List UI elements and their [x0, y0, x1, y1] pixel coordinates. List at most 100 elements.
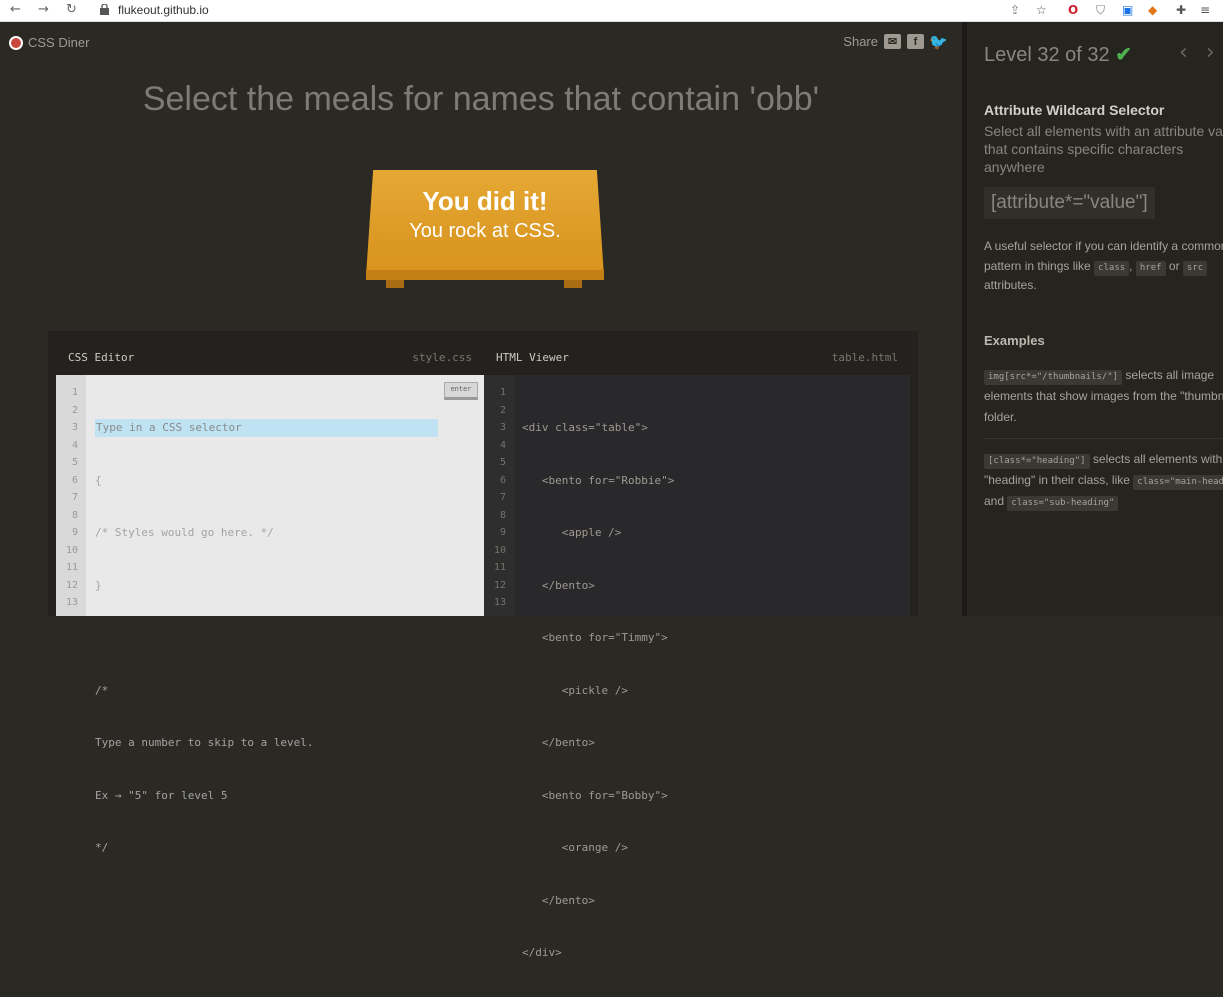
win-message-subtitle: You rock at CSS.: [409, 220, 561, 242]
next-level-icon[interactable]: ›: [1206, 40, 1223, 65]
line-number: 7: [499, 492, 506, 503]
code-tag: class: [1094, 260, 1130, 276]
code-tag: href: [1135, 260, 1166, 276]
css-editor-header: CSS Editor style.css: [48, 331, 484, 375]
level-instruction: Select the meals for names that contain …: [142, 80, 820, 118]
logo[interactable]: CSS Diner: [9, 35, 89, 50]
example-1: img[src*="/thumbnails/"] selects all ima…: [984, 365, 1223, 428]
line-numbers: 1 2 3 4 5 6 7 8 9 10 11 12 13: [56, 375, 86, 616]
table-edge: [366, 270, 604, 280]
line-number: 5: [71, 457, 78, 468]
selector-hint: A useful selector if you can identify a …: [984, 237, 1223, 296]
check-icon: ✔: [1115, 44, 1132, 66]
css-editor: 1 2 3 4 5 6 7 8 9 10 11 12 13 Type in a CSS selector…: [56, 375, 484, 854]
html-viewer: 1 2 3 4 5 6 7 8 9 10 11 12 13 <div class="table"> <b…: [484, 375, 910, 959]
puzzle-extensions-icon[interactable]: ✚: [1176, 3, 1186, 17]
line-number: 4: [499, 439, 506, 451]
css-selector-input[interactable]: Type in a CSS selector: [95, 419, 438, 437]
previous-level-icon[interactable]: ‹: [1179, 40, 1206, 65]
logo-text: CSS Diner: [28, 35, 90, 50]
html-viewer-filename: table.html: [831, 351, 898, 364]
lock-icon: [100, 4, 109, 15]
main-area: CSS Diner Share ✉ f 🐦 Select the meals f…: [0, 22, 962, 959]
logo-icon: [9, 35, 23, 50]
bitwarden-extension-icon[interactable]: ▣: [1122, 3, 1133, 17]
share-bar: Share ✉ f 🐦: [843, 34, 948, 51]
css-code: Type in a CSS selector { /* Styles would…: [95, 384, 438, 892]
code-tag: img[src*="/thumbnails/"]: [984, 370, 1123, 385]
forward-icon[interactable]: →: [38, 2, 49, 17]
opera-extension-icon[interactable]: O: [1068, 3, 1078, 17]
line-number: 1: [71, 387, 78, 398]
share-page-icon[interactable]: ⇪: [1010, 3, 1020, 17]
examples-title: Examples: [984, 333, 1045, 348]
line-number: 3: [71, 422, 78, 433]
win-table: You did it! You rock at CSS.: [366, 170, 604, 288]
win-message-title: You did it!: [422, 186, 548, 216]
html-code: <div class="table"> <bento for="Robbie">…: [522, 384, 674, 997]
code-line[interactable]: <bento for="Bobby">: [522, 787, 674, 805]
line-number: 11: [493, 562, 506, 573]
table-leg: [386, 280, 404, 288]
code-tag: class="sub-heading": [1007, 496, 1119, 511]
facebook-icon[interactable]: f: [907, 34, 924, 49]
line-number: 11: [65, 562, 78, 573]
line-number: 1: [499, 387, 506, 398]
mail-icon[interactable]: ✉: [884, 34, 901, 49]
code-line: Type a number to skip to a level.: [95, 736, 314, 749]
line-number: 6: [71, 474, 78, 486]
shield-extension-icon[interactable]: ⛉: [1096, 3, 1105, 18]
code-line[interactable]: <orange />: [522, 839, 674, 857]
code-line: }: [95, 578, 102, 592]
code-line[interactable]: <apple />: [522, 524, 674, 542]
code-line[interactable]: </bento>: [522, 577, 674, 595]
level-nav: ‹›: [1179, 40, 1223, 65]
example-2: [class*="heading"] selects all elements …: [984, 449, 1223, 512]
code-tag: class="main-heading": [1133, 475, 1223, 490]
level-label: Level 32 of 32: [984, 44, 1110, 66]
line-number: 7: [71, 492, 78, 503]
line-number: 6: [499, 474, 506, 486]
twitter-icon[interactable]: 🐦: [929, 34, 948, 51]
line-number: 9: [71, 527, 78, 538]
line-number: 12: [65, 579, 78, 591]
code-line[interactable]: </div>: [522, 944, 674, 962]
line-number: 13: [65, 597, 78, 608]
code-tag: src: [1182, 260, 1208, 276]
example-text: and: [984, 494, 1005, 508]
metamask-extension-icon[interactable]: ◆: [1148, 3, 1157, 17]
line-number: 8: [499, 509, 506, 521]
back-icon[interactable]: ←: [10, 2, 21, 17]
line-number: 9: [499, 527, 506, 538]
bookmark-star-icon[interactable]: ☆: [1036, 3, 1047, 17]
code-line: Ex → "5" for level 5: [95, 788, 228, 802]
line-number: 2: [71, 404, 78, 416]
line-number: 4: [71, 439, 78, 451]
code-line: */: [95, 841, 109, 854]
line-number: 12: [493, 579, 506, 591]
selector-description: Select all elements with an attribute va…: [984, 123, 1223, 175]
code-line[interactable]: <bento for="Timmy">: [522, 629, 674, 647]
enter-button[interactable]: enter: [444, 382, 478, 400]
hint-text: or: [1168, 258, 1180, 273]
level-sidebar: Level 32 of 32 ✔ ‹› Attribute Wildcard S…: [967, 22, 1223, 616]
code-line: /*: [95, 683, 109, 697]
code-line: /* Styles would go here. */: [95, 526, 274, 539]
code-line[interactable]: </bento>: [522, 892, 674, 910]
level-indicator[interactable]: Level 32 of 32 ✔: [984, 42, 1132, 67]
reading-list-icon[interactable]: ≡: [1200, 3, 1210, 17]
code-line[interactable]: <div class="table">: [522, 419, 674, 437]
line-number: 2: [499, 404, 506, 416]
line-number: 13: [493, 597, 506, 608]
line-number: 3: [499, 422, 506, 433]
code-line[interactable]: </bento>: [522, 734, 674, 752]
html-viewer-header: HTML Viewer table.html: [484, 331, 910, 375]
code-line[interactable]: <pickle />: [522, 682, 674, 700]
css-editor-label: CSS Editor: [68, 351, 135, 364]
table-leg: [564, 280, 582, 288]
line-numbers: 1 2 3 4 5 6 7 8 9 10 11 12 13: [484, 375, 514, 616]
address-bar[interactable]: flukeout.github.io: [118, 3, 209, 17]
reload-icon[interactable]: ↻: [66, 2, 77, 17]
code-line[interactable]: <bento for="Robbie">: [522, 472, 674, 490]
